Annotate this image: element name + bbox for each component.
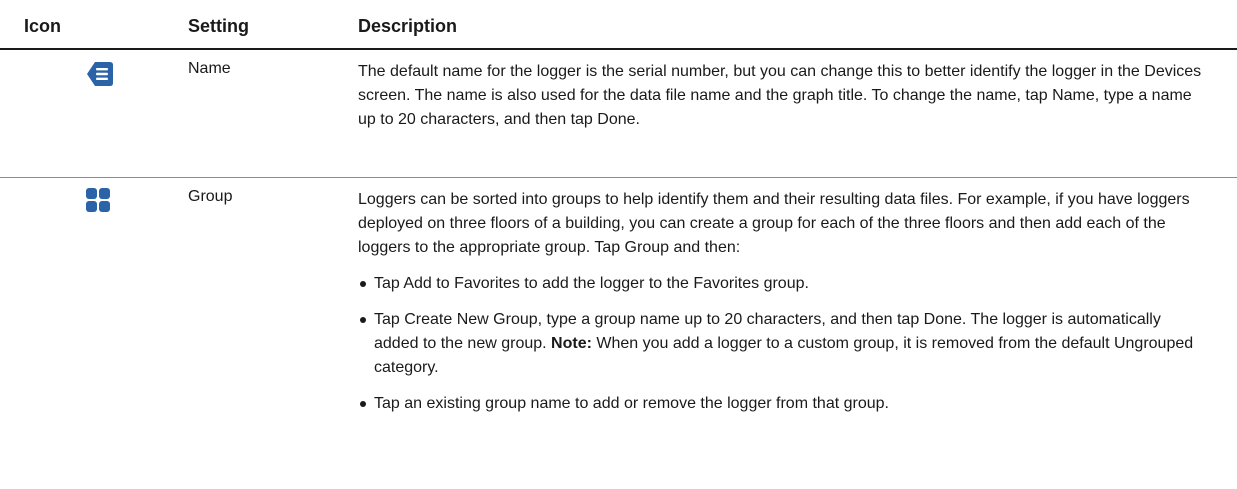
header-description: Description	[358, 16, 458, 36]
name-tag-icon	[86, 61, 114, 92]
header-setting: Setting	[188, 16, 249, 36]
setting-name: Name	[188, 60, 231, 77]
note-label: Note:	[551, 335, 592, 352]
table-row: Name The default name for the logger is …	[0, 50, 1237, 178]
list-item: Tap Add to Favorites to add the logger t…	[358, 272, 1203, 296]
group-bullet-list: Tap Add to Favorites to add the logger t…	[358, 272, 1203, 416]
header-icon: Icon	[24, 16, 62, 36]
group-grid-icon	[86, 188, 110, 217]
table-header: Icon Setting Description	[0, 0, 1237, 50]
setting-group: Group	[188, 188, 233, 205]
table-row: Group Loggers can be sorted into groups …	[0, 178, 1237, 489]
description-name: The default name for the logger is the s…	[358, 63, 1202, 128]
group-intro: Loggers can be sorted into groups to hel…	[358, 191, 1190, 256]
list-item: Tap an existing group name to add or rem…	[358, 392, 1203, 416]
settings-table: Icon Setting Description Name The defaul…	[0, 0, 1237, 489]
description-group: Loggers can be sorted into groups to hel…	[358, 178, 1203, 416]
list-item: Tap Create New Group, type a group name …	[358, 308, 1203, 380]
